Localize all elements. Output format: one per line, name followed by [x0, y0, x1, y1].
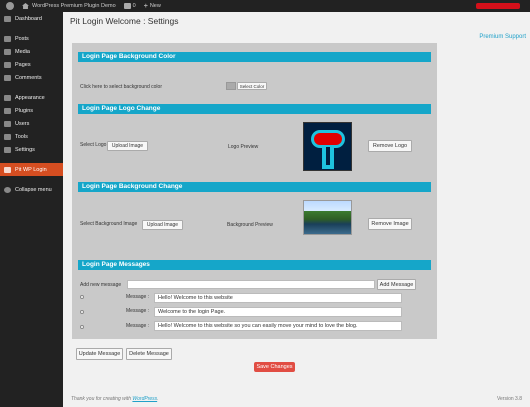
- background-preview-label: Background Preview: [227, 222, 273, 228]
- wordpress-logo-menu[interactable]: [0, 0, 18, 12]
- logo-preview-image: [303, 122, 352, 171]
- message-radio-1[interactable]: [80, 295, 84, 299]
- message-label-3: Message :: [126, 323, 150, 329]
- comments-link[interactable]: 0: [120, 0, 140, 12]
- sidebar-item-label: Users: [15, 120, 30, 127]
- sidebar-item-settings[interactable]: Settings: [0, 143, 63, 156]
- comments-count: 0: [132, 3, 136, 9]
- admin-sidebar: Dashboard Posts Media Pages Comments App…: [0, 12, 63, 407]
- sidebar-item-comments[interactable]: Comments: [0, 71, 63, 84]
- comment-icon: [4, 74, 11, 81]
- upload-background-button[interactable]: Upload Image: [142, 220, 183, 230]
- select-logo-label: Select Logo: [80, 142, 107, 148]
- update-message-button[interactable]: Update Message: [76, 348, 123, 360]
- pin-icon: [4, 35, 11, 42]
- dashboard-icon: [4, 15, 11, 22]
- new-content-link[interactable]: + New: [140, 0, 165, 12]
- section-heading-logo: Login Page Logo Change: [78, 104, 431, 114]
- sidebar-item-label: Pages: [15, 61, 31, 68]
- sidebar-item-label: Appearance: [15, 94, 45, 101]
- sidebar-item-tools[interactable]: Tools: [0, 130, 63, 143]
- sidebar-item-pages[interactable]: Pages: [0, 58, 63, 71]
- sidebar-item-label: Posts: [15, 35, 29, 42]
- sidebar-item-label: Media: [15, 48, 30, 55]
- message-field-3[interactable]: Hello! Welcome to this website so you ca…: [154, 321, 402, 331]
- page-icon: [4, 61, 11, 68]
- message-radio-2[interactable]: [80, 310, 84, 314]
- sidebar-item-label: Dashboard: [15, 15, 42, 22]
- plus-icon: +: [143, 2, 148, 10]
- collapse-menu-button[interactable]: Collapse menu: [0, 183, 63, 196]
- users-icon: [4, 120, 11, 127]
- delete-message-button[interactable]: Delete Message: [126, 348, 172, 360]
- remove-logo-button[interactable]: Remove Logo: [368, 140, 412, 152]
- save-changes-button[interactable]: Save Changes: [254, 362, 295, 372]
- admin-bar: WordPress Premium Plugin Demo 0 + New: [0, 0, 530, 12]
- home-icon: [22, 3, 29, 9]
- sidebar-item-plugins[interactable]: Plugins: [0, 104, 63, 117]
- new-label: New: [149, 3, 161, 9]
- select-color-button[interactable]: Select Color: [237, 82, 267, 90]
- sidebar-item-label: Settings: [15, 146, 35, 153]
- sidebar-item-label: Tools: [15, 133, 28, 140]
- background-preview-image: [303, 200, 352, 235]
- sidebar-item-users[interactable]: Users: [0, 117, 63, 130]
- message-label-2: Message :: [126, 308, 150, 314]
- message-label-1: Message :: [126, 294, 150, 300]
- sidebar-item-label: Comments: [15, 74, 42, 81]
- collapse-icon: [4, 186, 11, 193]
- plug-icon: [4, 107, 11, 114]
- wrench-icon: [4, 133, 11, 140]
- section-heading-messages: Login Page Messages: [78, 260, 431, 270]
- background-color-label: Click here to select background color: [80, 84, 162, 90]
- logo-preview-label: Logo Preview: [228, 144, 259, 150]
- site-name: WordPress Premium Plugin Demo: [32, 3, 116, 9]
- section-heading-background-image: Login Page Background Change: [78, 182, 431, 192]
- footer-thanks: Thank you for creating with WordPress.: [71, 396, 159, 402]
- sidebar-item-dashboard[interactable]: Dashboard: [0, 12, 63, 25]
- remove-image-button[interactable]: Remove Image: [368, 218, 412, 230]
- add-message-button[interactable]: Add Message: [377, 279, 416, 290]
- message-field-1[interactable]: Hello! Welcome to this website: [154, 293, 402, 303]
- select-background-label: Select Background Image: [80, 221, 138, 227]
- site-name-link[interactable]: WordPress Premium Plugin Demo: [18, 0, 120, 12]
- sidebar-item-posts[interactable]: Posts: [0, 32, 63, 45]
- section-heading-background-color: Login Page Background Color: [78, 52, 431, 62]
- wordpress-link[interactable]: WordPress: [132, 396, 157, 402]
- sidebar-item-pit-wp-login[interactable]: Pit WP Login: [0, 163, 63, 176]
- upload-logo-button[interactable]: Upload Image: [107, 141, 148, 151]
- settings-icon: [4, 146, 11, 153]
- sidebar-item-label: Collapse menu: [15, 186, 52, 193]
- plugin-icon: [4, 166, 11, 173]
- settings-panel: Login Page Background Color Click here t…: [72, 43, 437, 339]
- comment-bubble-icon: [123, 3, 131, 9]
- page-title: Pit Login Welcome : Settings: [70, 16, 179, 26]
- message-radio-3[interactable]: [80, 325, 84, 329]
- sidebar-item-label: Pit WP Login: [15, 166, 47, 173]
- sidebar-item-media[interactable]: Media: [0, 45, 63, 58]
- color-swatch[interactable]: [226, 82, 236, 90]
- sidebar-item-appearance[interactable]: Appearance: [0, 91, 63, 104]
- premium-support-link[interactable]: Premium Support: [479, 34, 526, 40]
- new-message-input[interactable]: [127, 280, 375, 289]
- media-icon: [4, 48, 11, 55]
- brush-icon: [4, 94, 11, 101]
- footer-version: Version 3.8: [496, 396, 522, 402]
- message-field-2[interactable]: Welcome to the login Page.: [154, 307, 402, 317]
- user-account-redacted[interactable]: [476, 3, 520, 9]
- wordpress-logo-icon: [6, 2, 14, 10]
- sidebar-item-label: Plugins: [15, 107, 34, 114]
- add-message-label: Add new message: [80, 282, 122, 288]
- main-content: Pit Login Welcome : Settings Premium Sup…: [63, 12, 530, 407]
